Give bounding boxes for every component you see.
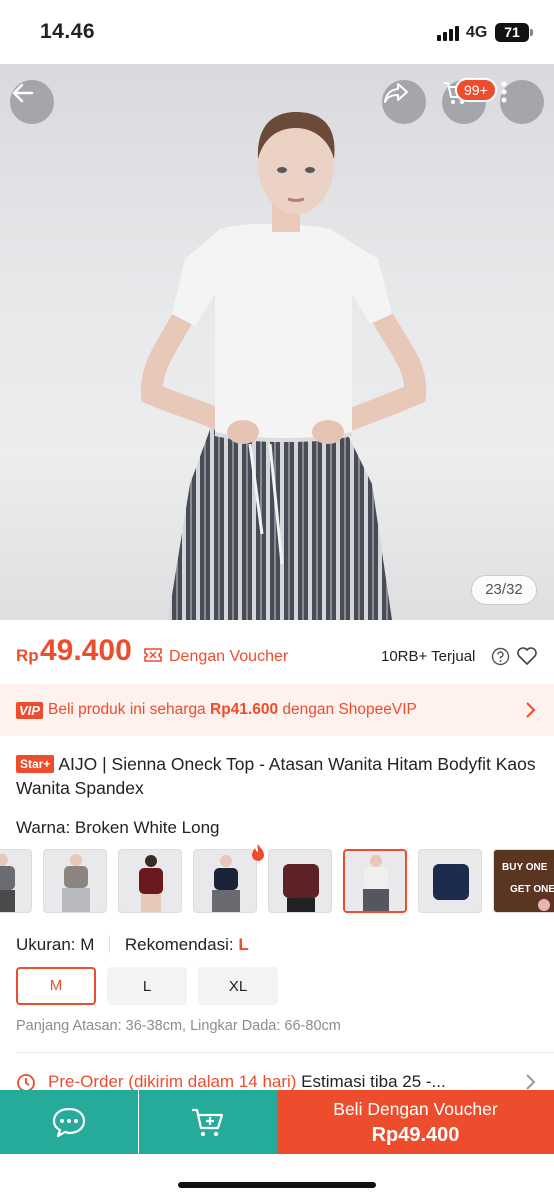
share-icon	[384, 83, 408, 103]
network-label: 4G	[466, 24, 488, 41]
signal-icon	[437, 26, 459, 41]
back-button[interactable]	[10, 80, 54, 124]
add-cart-icon	[192, 1108, 224, 1137]
promo-image: BUY ONE GET ONE	[494, 850, 554, 912]
price-amount: 49.400	[40, 634, 132, 667]
product-title-text: AIJO | Sienna Oneck Top - Atasan Wanita …	[16, 754, 536, 798]
swatch-image	[283, 864, 319, 912]
bottom-action-bar: Beli Dengan Voucher Rp49.400	[0, 1090, 554, 1154]
swatch-image	[139, 855, 163, 912]
buy-label: Beli Dengan Voucher	[333, 1099, 498, 1119]
voucher-icon	[144, 648, 162, 662]
size-label-row: Ukuran: M Rekomendasi: L	[16, 935, 249, 955]
add-to-cart-button[interactable]	[139, 1090, 277, 1154]
swatch-option[interactable]	[118, 849, 182, 913]
swatch-option[interactable]	[418, 849, 482, 913]
preorder-estimate: Estimasi tiba 25 -...	[296, 1072, 446, 1091]
color-swatches: BUY ONE GET ONE	[0, 849, 554, 915]
promo-line-2: GET ONE	[510, 884, 554, 895]
swatch-image	[363, 855, 389, 911]
vip-badge: VIP	[16, 702, 43, 719]
swatch-image	[433, 864, 469, 900]
swatch-option[interactable]	[0, 849, 32, 913]
product-photo	[140, 112, 427, 620]
size-note: Panjang Atasan: 36-38cm, Lingkar Dada: 6…	[16, 1018, 341, 1034]
size-label: Ukuran:	[16, 935, 76, 954]
image-counter: 23/32	[471, 575, 537, 605]
share-button[interactable]	[382, 80, 426, 124]
price-currency: Rp	[16, 646, 39, 665]
chevron-right-icon	[526, 1074, 536, 1090]
more-options-button[interactable]	[500, 80, 544, 124]
product-image[interactable]	[0, 64, 554, 620]
voucher-label[interactable]: Dengan Voucher	[169, 648, 288, 666]
chevron-right-icon	[526, 702, 536, 718]
swatch-option[interactable]	[193, 849, 257, 913]
price-row: Rp 49.400 Dengan Voucher 10RB+ Terjual	[0, 620, 554, 684]
buy-with-voucher-button[interactable]: Beli Dengan Voucher Rp49.400	[277, 1090, 554, 1154]
swatch-image	[0, 854, 15, 912]
vip-text-suffix: dengan ShopeeVIP	[278, 701, 417, 718]
status-bar: 14.46 4G 71	[0, 0, 554, 64]
buy-price: Rp49.400	[371, 1124, 460, 1146]
color-label: Warna:	[16, 818, 71, 837]
swatch-image	[62, 854, 90, 912]
size-option-l[interactable]: L	[107, 967, 187, 1005]
battery-icon: 71	[495, 23, 529, 42]
color-selected: Broken White Long	[74, 818, 220, 837]
promo-line-1: BUY ONE	[502, 862, 548, 873]
battery-tip	[530, 29, 533, 36]
swatch-option[interactable]	[43, 849, 107, 913]
swatch-option-selected[interactable]	[343, 849, 407, 913]
swatch-option-promo[interactable]: BUY ONE GET ONE	[493, 849, 554, 913]
cart-count-badge: 99+	[455, 78, 497, 102]
vip-text-prefix: Beli produk ini seharga	[48, 701, 210, 718]
heart-icon[interactable]	[516, 646, 538, 666]
color-variant-label: Warna: Broken White Long	[16, 818, 220, 838]
help-icon[interactable]	[491, 647, 510, 666]
home-indicator[interactable]	[178, 1182, 376, 1188]
home-area	[0, 1154, 554, 1200]
arrow-left-icon	[12, 83, 34, 103]
recommend-label: Rekomendasi:	[124, 935, 234, 954]
preorder-label: Pre-Order (dikirim dalam 14 hari)	[48, 1072, 297, 1091]
chat-icon	[52, 1107, 86, 1138]
star-plus-badge: Star+	[16, 755, 55, 773]
divider	[16, 1052, 554, 1053]
recommend-value: L	[238, 935, 249, 954]
vip-banner[interactable]: VIP Beli produk ini seharga Rp41.600 den…	[0, 684, 554, 736]
chat-button[interactable]	[0, 1090, 138, 1154]
size-selected: M	[80, 935, 95, 954]
sold-count: 10RB+ Terjual	[381, 648, 476, 665]
more-vertical-icon	[501, 81, 507, 103]
product-title: Star+ AIJO | Sienna Oneck Top - Atasan Wa…	[16, 752, 536, 800]
fire-icon	[252, 844, 264, 861]
size-option-xl[interactable]: XL	[198, 967, 278, 1005]
status-time: 14.46	[40, 20, 96, 43]
swatch-image	[212, 855, 240, 912]
vip-text: Beli produk ini seharga Rp41.600 dengan …	[48, 701, 417, 719]
vip-price: Rp41.600	[210, 701, 279, 718]
size-option-m[interactable]: M	[16, 967, 96, 1005]
swatch-option[interactable]	[268, 849, 332, 913]
size-divider	[109, 935, 111, 953]
